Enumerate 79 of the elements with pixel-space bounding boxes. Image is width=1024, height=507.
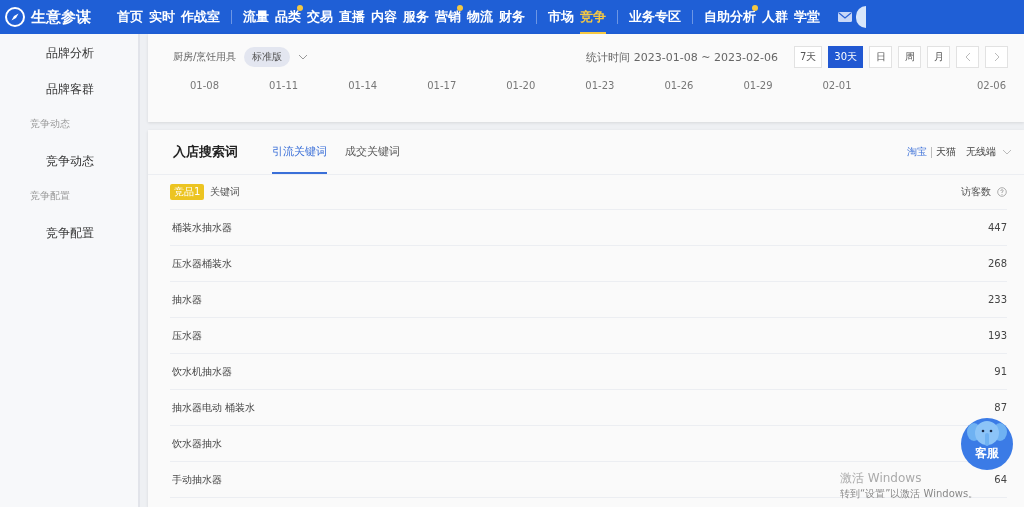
column-header: 访客数 (961, 185, 991, 199)
nav-tab[interactable]: 自助分析 (704, 0, 756, 34)
axis-label: 01-14 (348, 80, 378, 91)
chevron-down-icon[interactable] (298, 54, 309, 60)
activation-hint: 转到“设置”以激活 Windows。 (840, 487, 979, 501)
category-label: 厨房/烹饪用具 (173, 50, 237, 64)
axis-label: 02-01 (822, 80, 852, 91)
visitors-cell: 233 (987, 294, 1007, 305)
visitors-cell: 447 (987, 222, 1007, 233)
range-button[interactable]: 7天 (793, 46, 823, 68)
chevron-left-icon (964, 52, 971, 62)
keyword-cell: 桶装水抽水器 (172, 220, 232, 235)
keyword-cell: 手动抽水器 (172, 472, 222, 487)
nav-tab[interactable]: 服务 (403, 0, 429, 34)
nav-tab[interactable]: 直播 (339, 0, 365, 34)
platform-toggle[interactable]: 淘宝 (907, 145, 927, 159)
nav-tab[interactable]: 内容 (371, 0, 397, 34)
visitors-cell: 193 (987, 330, 1007, 341)
nav-tab[interactable]: 市场 (548, 0, 574, 34)
competitor-badge: 竞品1 (170, 184, 205, 200)
range-button[interactable]: 周 (898, 46, 921, 68)
keyword-cell: 压水器桶装水 (172, 256, 232, 271)
axis-label: 01-17 (427, 80, 457, 91)
keyword-cell: 饮水器抽水 (172, 436, 222, 451)
help-icon[interactable] (997, 187, 1007, 197)
sidebar-section-title: 竞争动态 (29, 117, 71, 131)
nav-tab[interactable]: 作战室 (181, 0, 220, 34)
chevron-right-icon (993, 52, 1000, 62)
activation-title: 激活 Windows (840, 470, 923, 487)
visitors-cell: 64 (994, 474, 1007, 485)
sidebar-section-title: 竞争配置 (29, 189, 71, 203)
axis-label: 01-29 (743, 80, 773, 91)
sidebar-item[interactable]: 品牌分析 (0, 42, 138, 78)
nav-tab[interactable]: 实时 (149, 0, 175, 34)
keyword-cell: 饮水机抽水器 (172, 364, 232, 379)
keyword-cell: 抽水器电动 桶装水 (172, 400, 256, 415)
device-select[interactable]: 无线端 (966, 145, 996, 159)
nav-tab[interactable]: 流量 (243, 0, 269, 34)
section-title: 入店搜索词 (173, 143, 238, 161)
axis-label: 01-08 (190, 80, 220, 91)
mail-icon[interactable] (838, 12, 852, 22)
axis-label: 01-11 (269, 80, 299, 91)
range-button[interactable]: 日 (869, 46, 892, 68)
nav-tab[interactable]: 品类 (275, 0, 301, 34)
range-button[interactable]: 30天 (828, 46, 863, 68)
sidebar-item[interactable]: 竞争动态 (0, 150, 138, 186)
nav-tab[interactable]: 学堂 (794, 0, 820, 34)
axis-label: 01-20 (506, 80, 536, 91)
visitors-cell: 87 (994, 402, 1007, 413)
nav-tab[interactable]: 人群 (762, 0, 788, 34)
nav-tab[interactable]: 营销 (435, 0, 461, 34)
visitors-cell: 91 (994, 366, 1007, 377)
nav-tab[interactable]: 财务 (499, 0, 525, 34)
keyword-cell: 压水器 (172, 328, 202, 343)
avatar[interactable] (856, 6, 866, 28)
tab[interactable]: 成交关键词 (345, 130, 400, 174)
keyword-cell: 抽水器 (172, 292, 202, 307)
range-button[interactable]: 月 (927, 46, 950, 68)
platform-toggle[interactable]: 天猫 (936, 145, 956, 159)
elephant-icon (967, 420, 1007, 446)
axis-label: 01-23 (585, 80, 615, 91)
nav-tab[interactable]: 物流 (467, 0, 493, 34)
chevron-down-icon[interactable] (1002, 149, 1012, 155)
axis-label: 02-06 (976, 80, 1006, 91)
nav-tab[interactable]: 首页 (117, 0, 143, 34)
period-label: 统计时间 2023-01-08 ~ 2023-02-06 (586, 49, 778, 65)
compass-icon (5, 7, 25, 27)
app-name: 生意参谋 (31, 7, 91, 27)
column-header: 关键词 (210, 185, 241, 199)
nav-tab[interactable]: 业务专区 (629, 0, 681, 34)
visitors-cell: 268 (987, 258, 1007, 269)
sidebar-item[interactable]: 竞争配置 (0, 222, 138, 258)
axis-label: 01-26 (664, 80, 694, 91)
nav-tab[interactable]: 交易 (307, 0, 333, 34)
previous-button[interactable] (956, 46, 979, 68)
edition-badge: 标准版 (244, 47, 291, 67)
sidebar-item[interactable]: 品牌客群 (0, 78, 138, 114)
tab[interactable]: 引流关键词 (272, 130, 327, 174)
next-button[interactable] (985, 46, 1008, 68)
